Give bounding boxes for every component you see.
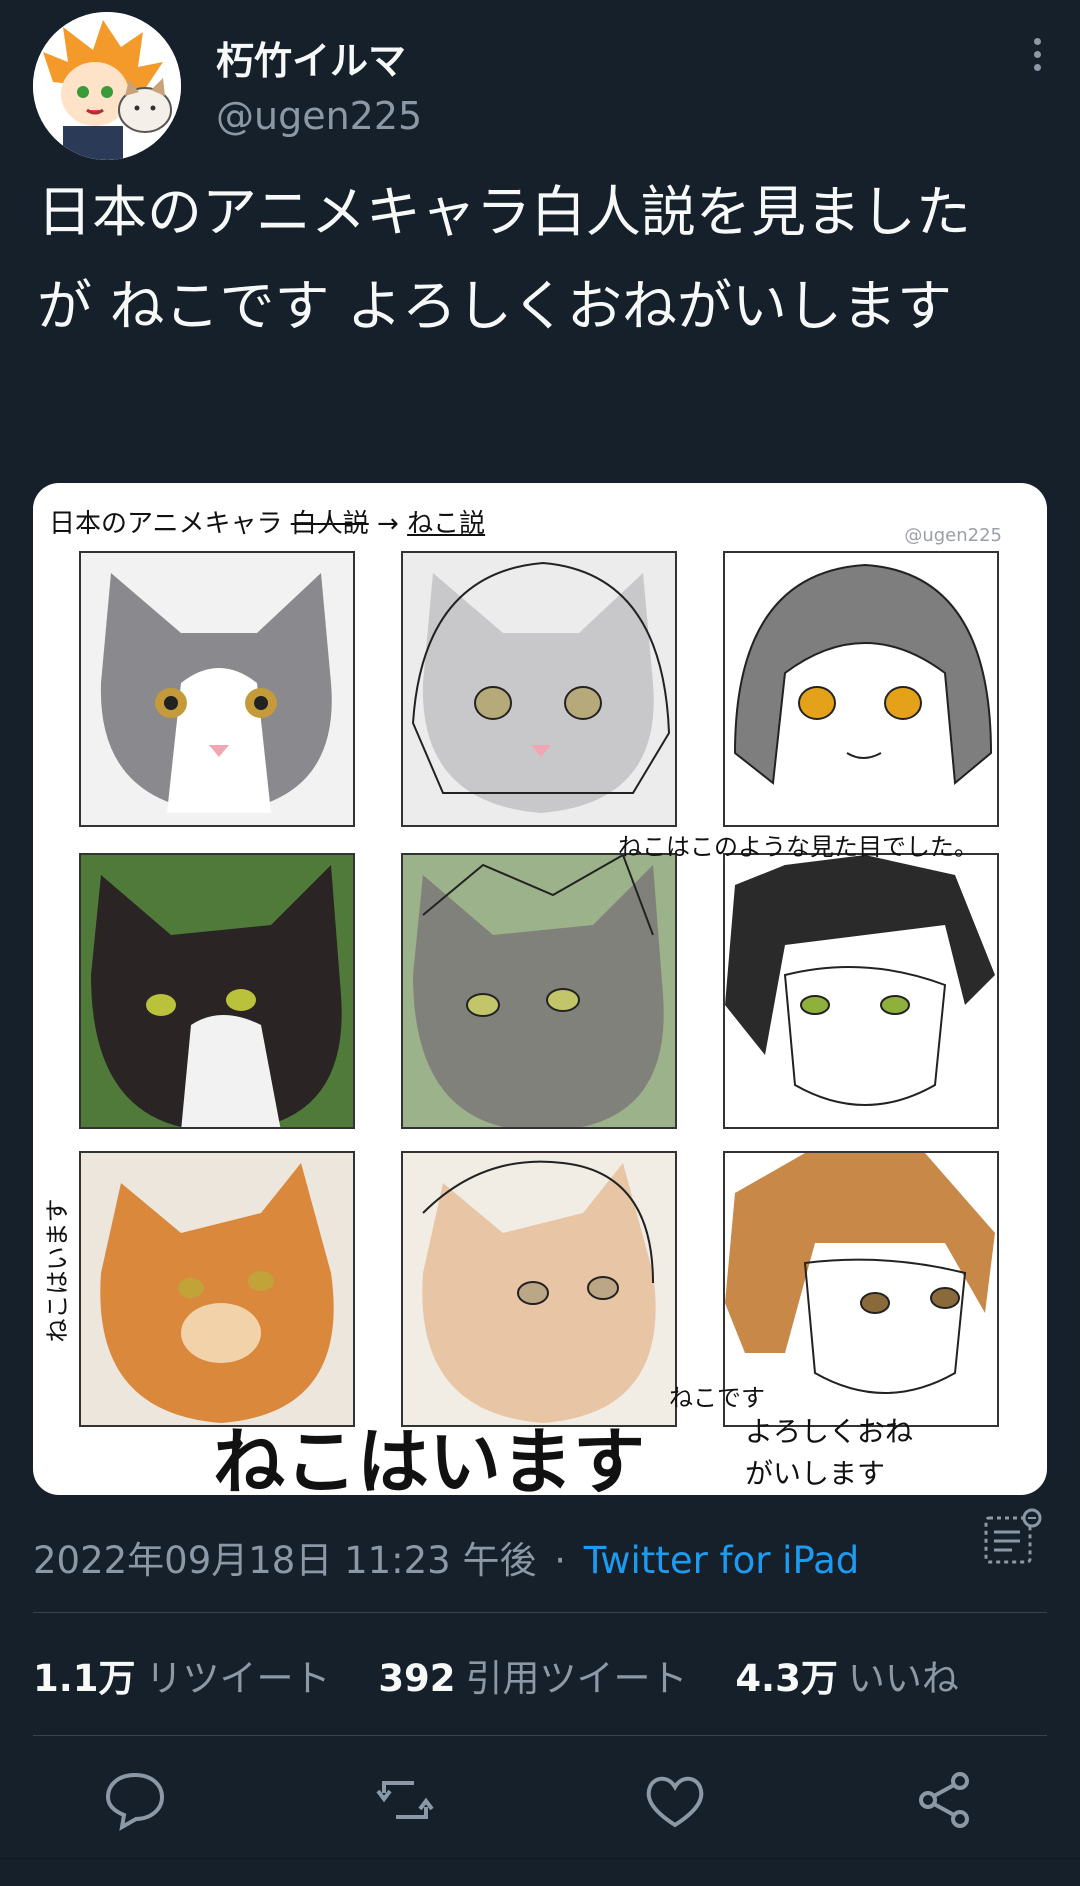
heart-icon[interactable] <box>640 1765 710 1835</box>
share-icon[interactable] <box>910 1765 980 1835</box>
sketch-cat-orange-overlay <box>401 1151 677 1427</box>
media-note-middle: ねこはこのような見た目でした。 <box>618 833 978 861</box>
media-title-new: ねこ説 <box>407 509 486 539</box>
media-note-bottom-big: ねこはいます <box>213 1420 646 1495</box>
tweet-meta: 2022年09月18日 11:23 午後 · Twitter for iPad <box>33 1530 859 1584</box>
likes-stat[interactable]: 4.3万 いいね <box>735 1657 959 1700</box>
bottom-edge <box>0 1858 1080 1886</box>
avatar[interactable] <box>33 12 181 160</box>
sketch-cat-black-overlay <box>401 853 677 1129</box>
likes-label: いいね <box>847 1657 959 1700</box>
more-vertical-icon[interactable] <box>1027 32 1047 92</box>
media-note-left-vertical: ねこはいます <box>43 1198 72 1343</box>
quotes-count: 392 <box>378 1657 456 1700</box>
photo-cat-black <box>79 853 355 1129</box>
reply-icon[interactable] <box>100 1765 170 1835</box>
photo-cat-gray <box>79 551 355 827</box>
sketch-cat-gray-overlay <box>401 551 677 827</box>
anime-girl-gray-hair <box>723 551 999 827</box>
retweets-count: 1.1万 <box>33 1657 136 1700</box>
user-handle[interactable]: @ugen225 <box>216 94 422 138</box>
quotes-stat[interactable]: 392 引用ツイート <box>378 1657 687 1700</box>
likes-count: 4.3万 <box>735 1657 838 1700</box>
retweets-label: リツイート <box>145 1657 331 1700</box>
photo-cat-orange <box>79 1151 355 1427</box>
retweet-icon[interactable] <box>370 1765 440 1835</box>
action-bar <box>0 1765 1080 1845</box>
divider <box>33 1612 1047 1613</box>
media-watermark: @ugen225 <box>904 525 1002 546</box>
tweet-source-link[interactable]: Twitter for iPad <box>584 1539 860 1582</box>
media-title-struck: 白人説 <box>290 509 369 539</box>
media-title-arrow: → <box>377 509 399 539</box>
media-title: 日本のアニメキャラ 白人説 → ねこ説 <box>49 503 485 540</box>
analytics-icon[interactable] <box>982 1508 1042 1568</box>
meta-separator: · <box>554 1539 567 1582</box>
tweet-header: 朽竹イルマ @ugen225 <box>33 12 1047 162</box>
quotes-label: 引用ツイート <box>465 1657 688 1700</box>
tweet-image[interactable]: 日本のアニメキャラ 白人説 → ねこ説 @ugen225 ねこはこのような見た目… <box>33 483 1047 1495</box>
tweet-timestamp[interactable]: 2022年09月18日 11:23 午後 <box>33 1539 536 1582</box>
tweet-text: 日本のアニメキャラ白人説を見ました が ねこです よろしくおねがいします <box>37 180 989 338</box>
media-note-bottom-small: ねこです <box>669 1384 765 1412</box>
media-title-prefix: 日本のアニメキャラ <box>49 509 283 539</box>
display-name[interactable]: 朽竹イルマ <box>216 30 406 85</box>
divider <box>33 1735 1047 1736</box>
media-note-bottom-right: よろしくおね がいします <box>745 1415 914 1490</box>
anime-boy-black-hair <box>723 853 999 1129</box>
tweet-stats: 1.1万 リツイート 392 引用ツイート 4.3万 いいね <box>33 1648 995 1702</box>
retweets-stat[interactable]: 1.1万 リツイート <box>33 1657 331 1700</box>
